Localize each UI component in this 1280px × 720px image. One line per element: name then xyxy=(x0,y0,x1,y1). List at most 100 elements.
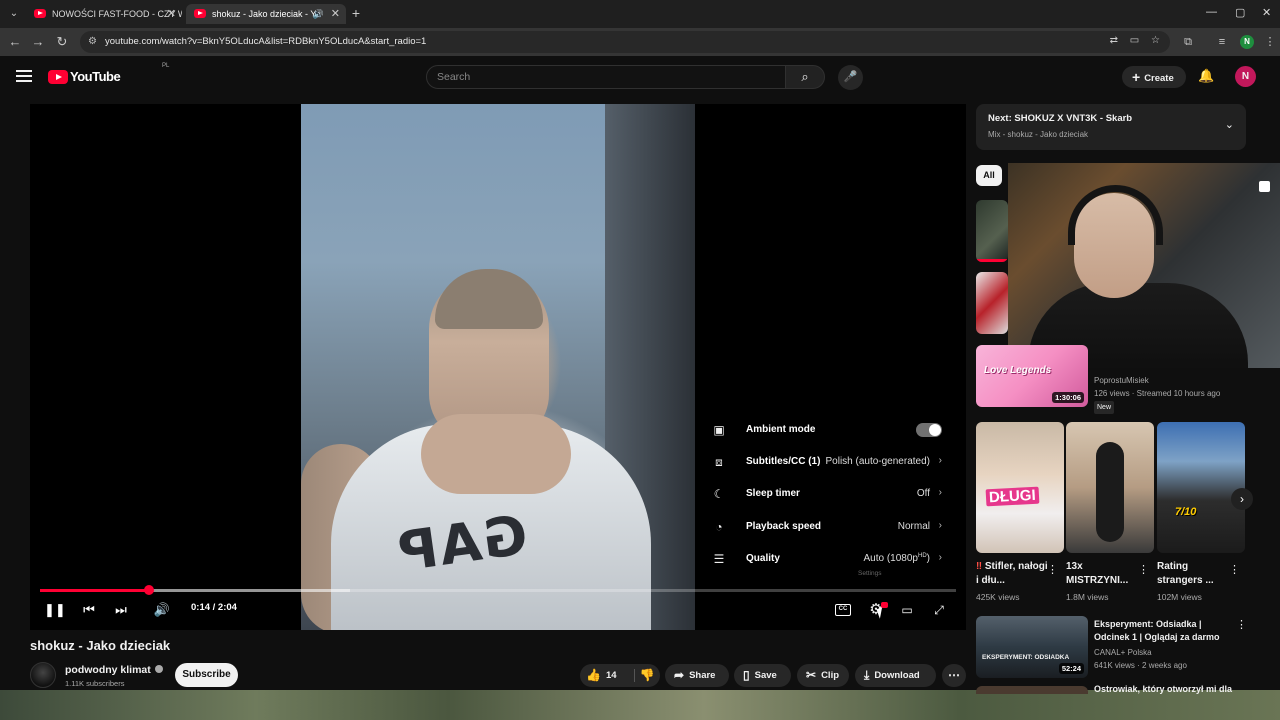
account-avatar[interactable]: N xyxy=(1235,66,1256,87)
live-video-meta: PoprostuMisiek 126 views · Streamed 10 h… xyxy=(1094,374,1220,414)
filter-chip-all[interactable]: All xyxy=(976,165,1002,186)
video-channel[interactable]: PoprostuMisiek xyxy=(1094,374,1220,387)
extensions-icon[interactable]: ⧉ xyxy=(1180,34,1196,50)
related-video-thumbnail[interactable] xyxy=(976,686,1088,694)
settings-menu: ▣ Ambient mode ⧈ Subtitles/CC (1) Polish… xyxy=(702,414,952,584)
short-title[interactable]: ‼ Stifler, nałogi i dłu... xyxy=(976,560,1050,588)
mute-button[interactable]: 🔊 xyxy=(151,601,173,619)
close-tab-icon[interactable]: ✕ xyxy=(167,4,176,24)
search-button[interactable]: ⌕ xyxy=(785,65,825,89)
pause-button[interactable]: ❚❚ xyxy=(44,601,66,619)
short-views: 1.8M views xyxy=(1066,592,1109,602)
maximize-icon[interactable]: ▢ xyxy=(1235,6,1245,19)
theater-mode-button[interactable]: ▭ xyxy=(898,601,916,619)
video-title: shokuz - Jako dzieciak xyxy=(30,638,171,653)
short-title[interactable]: Rating strangers ... xyxy=(1157,560,1231,588)
ambient-mode-label: Ambient mode xyxy=(746,424,816,435)
short-thumbnail[interactable]: DŁUGI xyxy=(976,422,1064,553)
related-thumbnail[interactable] xyxy=(976,200,1008,262)
more-vert-icon[interactable]: ⋮ xyxy=(1236,618,1247,631)
video-player[interactable]: GAP ▣ Ambient mode ⧈ Subtitles/CC (1) Po… xyxy=(30,104,966,630)
tab-search-icon[interactable]: ⌄ xyxy=(6,6,22,22)
translate-icon[interactable]: ⇄ xyxy=(1110,35,1118,46)
tab-audio-icon[interactable]: 🔊 xyxy=(313,4,324,24)
download-button[interactable]: ⤓ Download xyxy=(855,664,936,687)
cast-icon[interactable]: ▭ xyxy=(1130,35,1139,46)
related-thumbnail[interactable] xyxy=(976,272,1008,334)
settings-sleep-timer[interactable]: ☾ Sleep timer Off › xyxy=(702,478,952,510)
related-video-title[interactable]: Eksperyment: Odsiadka | Odcinek 1 | Oglą… xyxy=(1094,618,1229,643)
up-next-card[interactable]: Next: SHOKUZ X VNT3K - Skarb Mix - shoku… xyxy=(976,104,1246,150)
more-vert-icon[interactable]: ⋮ xyxy=(1229,563,1240,576)
subtitles-button[interactable]: CC xyxy=(835,604,851,616)
video-duration: 1:30:06 xyxy=(1052,392,1084,403)
live-video-thumbnail[interactable]: Love Legends 1:30:06 xyxy=(976,345,1088,407)
clip-button[interactable]: ✂ Clip xyxy=(797,664,849,687)
more-vert-icon[interactable]: ⋮ xyxy=(1138,563,1149,576)
pip-icon[interactable] xyxy=(1259,181,1270,192)
address-bar[interactable]: ⚙ youtube.com/watch?v=BknY5OLducA&list=R… xyxy=(80,31,1170,53)
youtube-play-icon xyxy=(48,70,68,84)
settings-subtitles[interactable]: ⧈ Subtitles/CC (1) Polish (auto-generate… xyxy=(702,446,952,478)
scrubber-handle[interactable] xyxy=(144,585,154,595)
like-button[interactable]: 👍 14 xyxy=(586,664,632,687)
channel-name[interactable]: podwodny klimat xyxy=(65,664,163,676)
miniplayer-preview[interactable] xyxy=(1008,163,1280,368)
close-window-icon[interactable]: ✕ xyxy=(1262,6,1271,19)
more-vert-icon[interactable]: ⋮ xyxy=(1047,563,1058,576)
short-title[interactable]: 13x MISTRZYNI... xyxy=(1066,560,1140,588)
settings-ambient-mode[interactable]: ▣ Ambient mode xyxy=(702,414,952,446)
headset-shape xyxy=(1068,185,1163,245)
minimize-icon[interactable]: — xyxy=(1206,6,1217,18)
fullscreen-button[interactable]: ⤢ xyxy=(930,601,948,619)
browser-menu-icon[interactable]: ⋮ xyxy=(1262,34,1278,50)
next-button[interactable]: ⏭ xyxy=(113,601,129,619)
create-button[interactable]: + Create xyxy=(1122,66,1186,88)
chevron-down-icon[interactable]: ⌄ xyxy=(1225,118,1234,131)
settings-quality[interactable]: ☰ Quality Auto (1080pHD) › xyxy=(702,543,952,575)
browser-tab-fastfood[interactable]: NOWOŚCI FAST-FOOD - CZY W ✕ xyxy=(26,4,182,24)
media-controls-icon[interactable]: ≡ xyxy=(1214,34,1230,50)
theater-mode-icon: ▭ xyxy=(901,603,913,617)
related-video-meta: CANAL+ Polska 641K views · 2 weeks ago xyxy=(1094,646,1187,672)
country-code: PL xyxy=(162,63,170,69)
notifications-bell-icon[interactable]: 🔔 xyxy=(1198,68,1214,84)
save-button[interactable]: ▯ Save xyxy=(734,664,791,687)
bookmark-star-icon[interactable]: ☆ xyxy=(1151,35,1160,46)
close-tab-icon[interactable]: ✕ xyxy=(331,4,340,24)
like-dislike-group: 👍 14 👎 xyxy=(580,664,660,687)
reload-icon[interactable]: ↻ xyxy=(54,34,70,50)
sleep-timer-icon: ☾ xyxy=(713,487,725,501)
dislike-button[interactable]: 👎 xyxy=(637,664,657,687)
video-channel[interactable]: CANAL+ Polska xyxy=(1094,646,1187,659)
related-video-title[interactable]: Ostrowiak, który otworzył mi dla xyxy=(1094,684,1244,694)
subscribe-button[interactable]: Subscribe xyxy=(175,663,238,687)
browser-tab-active[interactable]: shokuz - Jako dzieciak - Yo 🔊 ✕ xyxy=(186,4,346,24)
back-icon[interactable]: ← xyxy=(7,34,23,50)
ambient-mode-toggle[interactable] xyxy=(916,423,942,437)
forward-icon[interactable]: → xyxy=(30,34,46,50)
settings-playback-speed[interactable]: ◔ Playback speed Normal › xyxy=(702,511,952,543)
progress-bar[interactable] xyxy=(40,585,956,595)
browser-profile-avatar[interactable]: N xyxy=(1240,35,1254,49)
short-thumbnail[interactable] xyxy=(1066,422,1154,553)
short-thumbnail[interactable]: 7/10 xyxy=(1157,422,1245,553)
previous-button[interactable]: ⏮ xyxy=(81,601,97,619)
related-video-thumbnail[interactable]: EKSPERYMENT: ODSIADKA 52:24 xyxy=(976,616,1088,678)
search-input[interactable] xyxy=(427,66,785,88)
download-icon: ⤓ xyxy=(864,668,870,682)
thumbnail-text: DŁUGI xyxy=(985,486,1040,507)
search-box[interactable] xyxy=(426,65,786,89)
more-actions-button[interactable]: ⋯ xyxy=(942,664,966,687)
voice-search-button[interactable]: 🎤 xyxy=(838,65,863,90)
share-button[interactable]: ➦ Share xyxy=(665,664,729,687)
site-info-icon[interactable]: ⚙ xyxy=(88,36,100,48)
bookmark-icon: ▯ xyxy=(743,668,750,682)
channel-avatar[interactable] xyxy=(30,662,56,688)
shorts-next-arrow-icon[interactable]: › xyxy=(1231,488,1253,510)
youtube-favicon-icon xyxy=(194,9,206,18)
guide-menu-icon[interactable] xyxy=(16,70,32,82)
new-tab-button[interactable]: + xyxy=(348,5,364,21)
microphone-icon: 🎤 xyxy=(843,71,858,83)
url-text[interactable]: youtube.com/watch?v=BknY5OLducA&list=RDB… xyxy=(105,31,426,53)
